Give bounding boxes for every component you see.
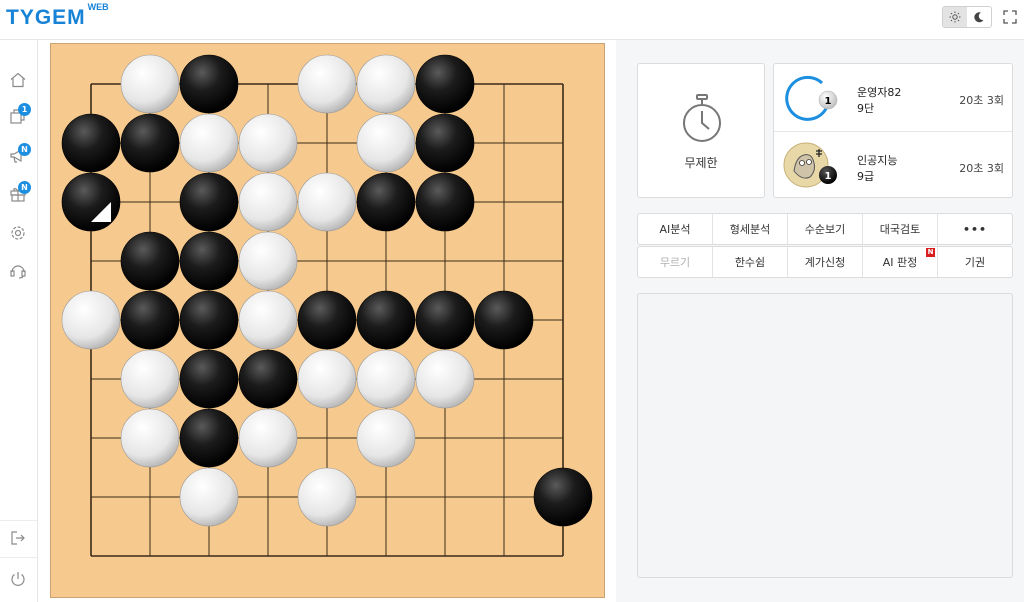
white-stone [238,290,298,350]
theme-toggle[interactable] [942,6,992,28]
white-stone [61,290,121,350]
tab-ai-analysis[interactable]: AI분석 [638,214,713,244]
white-stone [179,467,239,527]
divider [0,520,38,521]
left-sidebar: 1 N N [0,40,38,602]
notification-badge: 1 [18,103,31,116]
black-stone [179,231,239,291]
white-stone [120,54,180,114]
sun-icon[interactable] [943,7,967,27]
stone-number: 1 [825,171,832,182]
black-stone [356,172,416,232]
undo-button[interactable]: 무르기 [638,247,713,277]
player-rank: 9급 [857,170,875,183]
black-stone [415,172,475,232]
black-stone [179,172,239,232]
black-stone [238,349,298,409]
time-control-label: 무제한 [684,156,718,170]
black-stone [415,54,475,114]
timer-ring-avatar: 1 [782,73,838,127]
more-menu-button[interactable]: ••• [938,214,1012,244]
white-stone [238,172,298,232]
white-stone [120,349,180,409]
white-stone [179,113,239,173]
black-stone [179,349,239,409]
resign-button[interactable]: 기권 [938,247,1012,277]
white-stone [120,408,180,468]
player-rank: 9단 [857,102,875,115]
white-stone [238,408,298,468]
ai-judgment-label: AI 판정 [882,256,918,269]
tab-move-sequence[interactable]: 수순보기 [788,214,863,244]
tab-position-analysis[interactable]: 형세분석 [713,214,788,244]
white-stone [356,54,416,114]
black-stone [474,290,534,350]
black-stone [179,408,239,468]
boxes-icon[interactable]: 1 [9,103,31,125]
black-stone [120,290,180,350]
pass-button[interactable]: 한수쉼 [713,247,788,277]
white-stone [297,172,357,232]
player-time: 20초 3회 [959,94,1004,107]
megaphone-icon[interactable]: N [9,143,31,165]
player-row[interactable]: 1 운영자82 9단 20초 3회 [774,64,1012,131]
game-action-tabs: 무르기 한수쉼 계가신청 AI 판정 N 기권 [637,246,1013,278]
ai-character-avatar: 1 [782,141,838,195]
ai-judgment-button[interactable]: AI 판정 N [863,247,938,277]
player-name: 인공지능 [857,154,898,167]
request-count-button[interactable]: 계가신청 [788,247,863,277]
white-stone [238,113,298,173]
home-icon[interactable] [9,71,27,89]
new-badge: N [18,143,31,156]
game-log-area[interactable] [637,293,1013,578]
divider [0,557,38,558]
player-time: 20초 3회 [959,162,1004,175]
player-row[interactable]: 1 인공지능 9급 20초 3회 [774,131,1012,198]
player-name: 운영자82 [857,86,902,99]
logout-icon[interactable] [9,529,27,547]
tab-game-review[interactable]: 대국검토 [863,214,938,244]
settings-icon[interactable] [9,224,27,242]
white-stone [356,113,416,173]
power-icon[interactable] [9,570,27,588]
top-bar: TYGEM WEB [0,0,1024,40]
black-stone [120,231,180,291]
black-stone [179,290,239,350]
gift-icon[interactable]: N [9,181,31,203]
black-stone [415,113,475,173]
stone-number: 1 [825,96,832,107]
new-badge: N [926,248,935,257]
black-stone [415,290,475,350]
white-stone [238,231,298,291]
go-board-grid[interactable] [51,44,604,597]
tygem-logo[interactable]: TYGEM WEB [6,2,109,30]
analysis-tabs: AI분석 형세분석 수순보기 대국검토 ••• [637,213,1013,245]
black-stone [61,172,121,232]
white-stone [356,349,416,409]
black-stone [61,113,121,173]
white-stone [415,349,475,409]
stopwatch-icon [680,94,724,148]
black-stone [356,290,416,350]
new-badge: N [18,181,31,194]
white-stone [356,408,416,468]
black-stone [533,467,593,527]
black-stone [179,54,239,114]
white-stone [297,54,357,114]
moon-icon[interactable] [967,7,991,27]
white-stone [297,349,357,409]
players-card: 1 운영자82 9단 20초 3회 1 인공지능 9급 20초 3회 [773,63,1013,198]
white-stone [297,467,357,527]
fullscreen-icon[interactable] [1003,9,1017,24]
support-icon[interactable] [9,262,27,280]
black-stone [120,113,180,173]
go-board[interactable] [50,43,605,598]
time-control-card: 무제한 [637,63,765,198]
black-stone [297,290,357,350]
